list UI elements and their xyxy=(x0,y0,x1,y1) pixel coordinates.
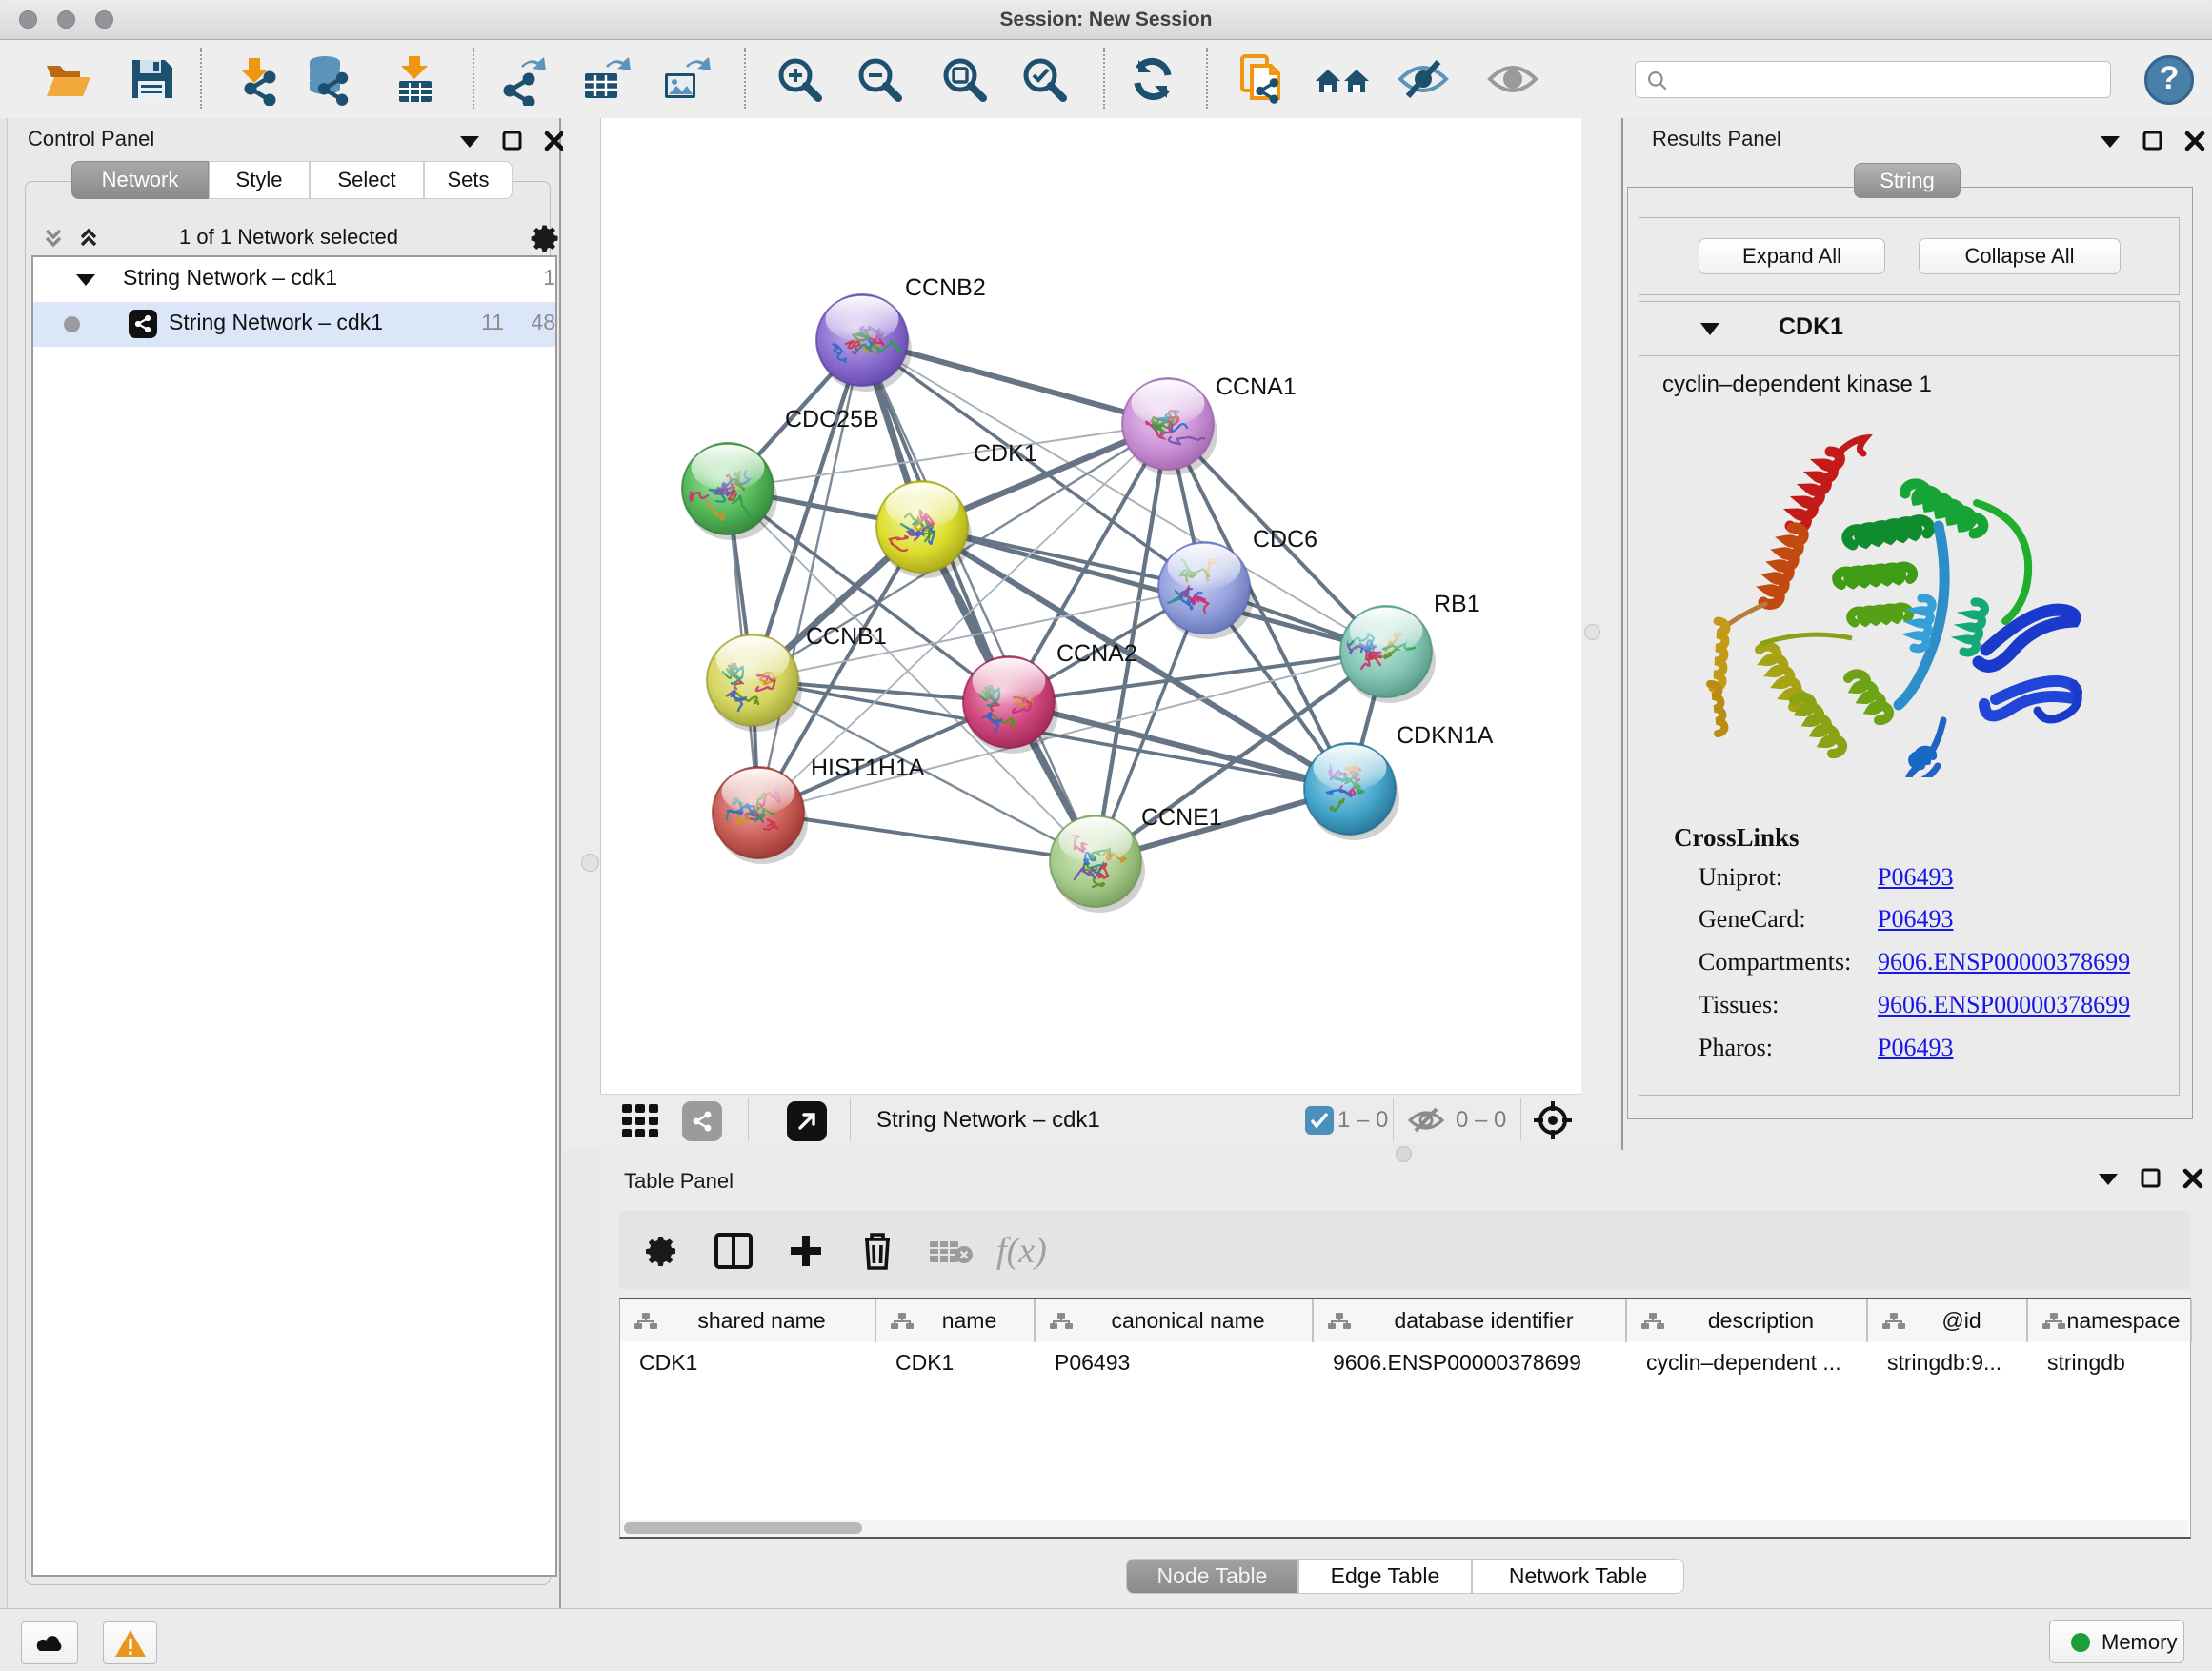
svg-text:CDC25B: CDC25B xyxy=(785,406,879,433)
svg-text:CDKN1A: CDKN1A xyxy=(1397,722,1494,749)
svg-text:CCNA1: CCNA1 xyxy=(1216,373,1297,400)
svg-text:CDC6: CDC6 xyxy=(1253,526,1317,553)
svg-text:CCNA2: CCNA2 xyxy=(1056,640,1137,667)
svg-text:CCNB1: CCNB1 xyxy=(806,623,887,650)
svg-text:RB1: RB1 xyxy=(1434,591,1480,617)
svg-text:CDK1: CDK1 xyxy=(974,440,1037,467)
svg-text:CCNB2: CCNB2 xyxy=(905,274,986,301)
svg-text:CCNE1: CCNE1 xyxy=(1141,804,1222,831)
svg-text:HIST1H1A: HIST1H1A xyxy=(811,755,925,781)
